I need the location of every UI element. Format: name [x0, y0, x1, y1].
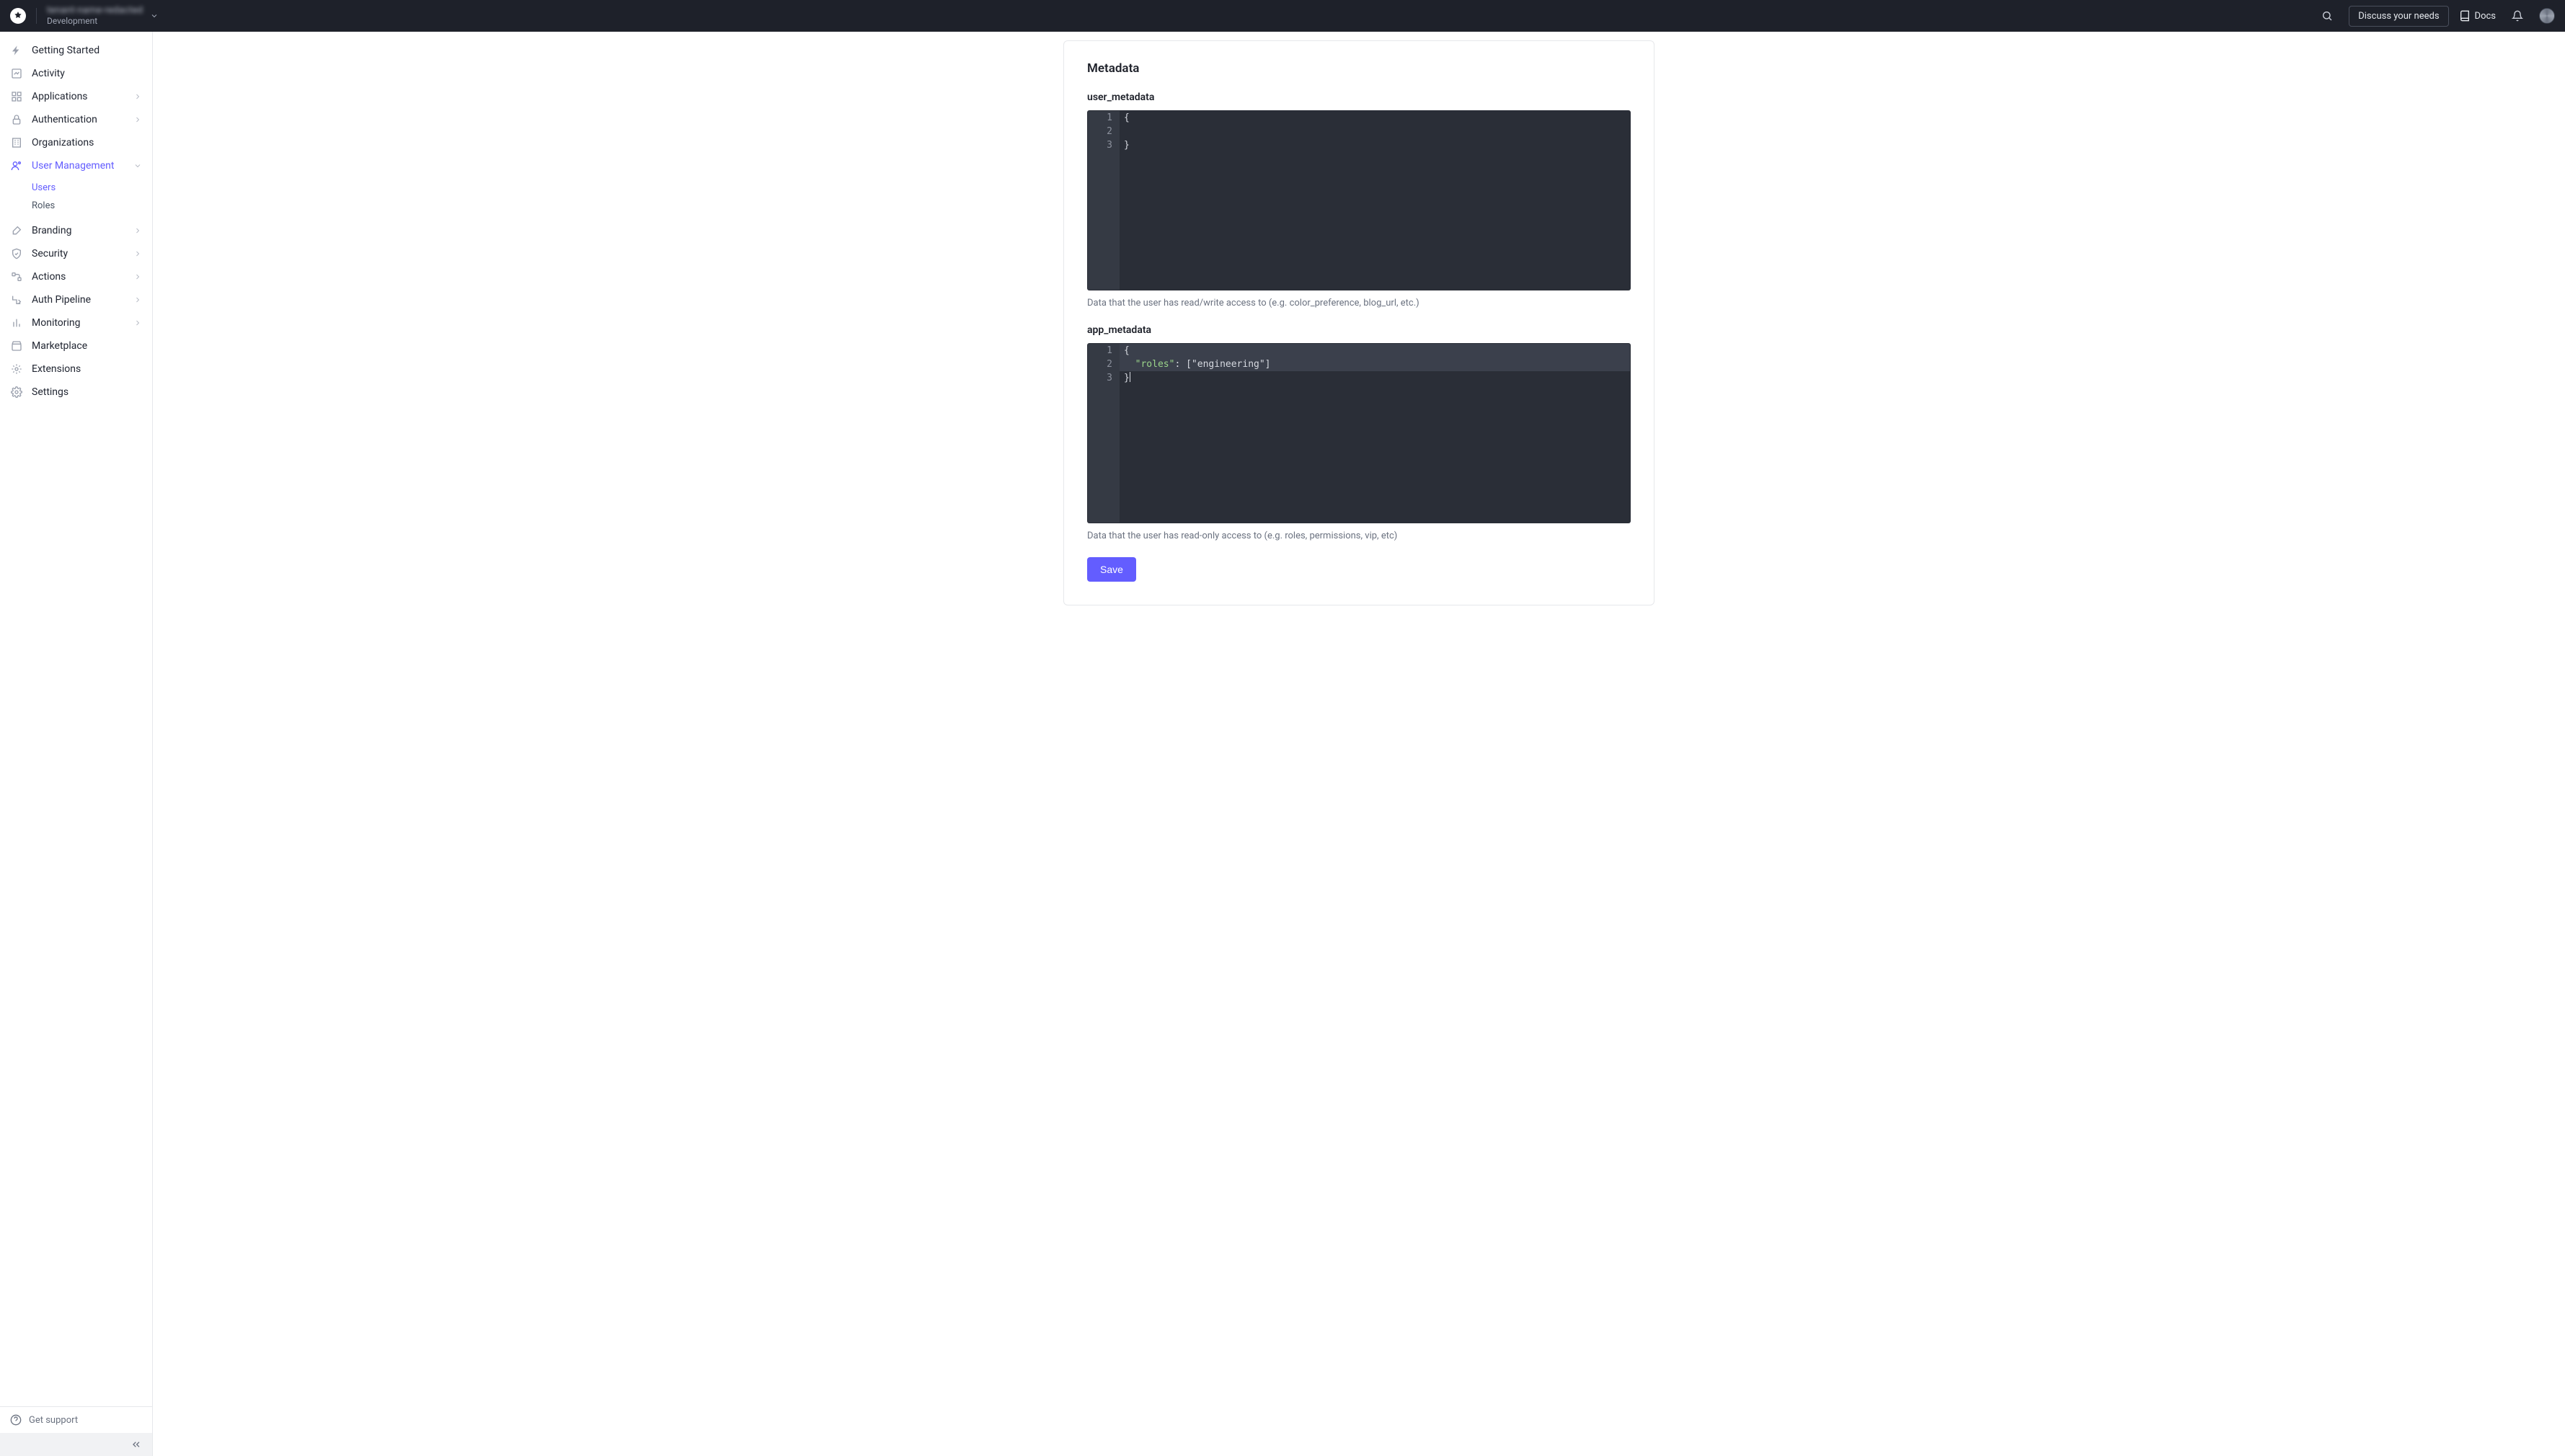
- code-line: }: [1120, 138, 1130, 152]
- tenant-env: Development: [47, 17, 143, 27]
- sidebar-item-marketplace[interactable]: Marketplace: [0, 334, 152, 358]
- tenant-name: tenant-name-redacted: [47, 6, 143, 17]
- app-metadata-editor[interactable]: 1 { 2 "roles": ["engineering"] 3 }: [1087, 343, 1631, 523]
- line-number: 3: [1088, 138, 1120, 152]
- get-support-link[interactable]: Get support: [0, 1407, 152, 1433]
- sidebar-item-label: Authentication: [32, 114, 125, 125]
- app-metadata-helper: Data that the user has read-only access …: [1087, 531, 1631, 541]
- docs-label: Docs: [2475, 11, 2496, 22]
- flow-icon: [10, 270, 23, 283]
- code-line: [1120, 125, 1124, 138]
- pipeline-icon: [10, 293, 23, 306]
- code-token: ["engineering"]: [1186, 359, 1270, 370]
- sidebar-item-label: Actions: [32, 271, 125, 283]
- sidebar-item-organizations[interactable]: Organizations: [0, 131, 152, 154]
- line-number: 2: [1088, 358, 1120, 371]
- topbar: tenant-name-redacted Development Discuss…: [0, 0, 2565, 32]
- sidebar-item-monitoring[interactable]: Monitoring: [0, 311, 152, 334]
- sidebar-item-label: Applications: [32, 91, 125, 102]
- sidebar-item-applications[interactable]: Applications: [0, 85, 152, 108]
- chevron-right-icon: [133, 296, 142, 304]
- code-token: }: [1124, 373, 1130, 383]
- tenant-switcher[interactable]: tenant-name-redacted Development: [47, 6, 159, 27]
- chevron-right-icon: [133, 272, 142, 281]
- docs-link[interactable]: Docs: [2459, 10, 2496, 22]
- chevron-right-icon: [133, 249, 142, 258]
- sidebar-item-label: Getting Started: [32, 45, 142, 56]
- sidebar-item-label: Activity: [32, 68, 142, 79]
- user-avatar[interactable]: [2539, 8, 2555, 24]
- sidebar-item-getting-started[interactable]: Getting Started: [0, 39, 152, 62]
- save-button[interactable]: Save: [1087, 557, 1136, 582]
- brush-icon: [10, 224, 23, 237]
- bolt-icon: [10, 44, 23, 57]
- code-line: {: [1120, 111, 1130, 125]
- sidebar-subitem-users[interactable]: Users: [0, 179, 152, 197]
- search-button[interactable]: [2316, 4, 2339, 27]
- sidebar-item-label: User Management: [32, 160, 125, 172]
- code-token: {: [1124, 345, 1130, 356]
- user-metadata-label: user_metadata: [1087, 92, 1631, 103]
- book-icon: [2459, 10, 2471, 22]
- user-metadata-editor[interactable]: 1{23}: [1087, 110, 1631, 290]
- sidebar-item-label: Branding: [32, 225, 125, 236]
- user-icon: [10, 159, 23, 172]
- sidebar-item-auth-pipeline[interactable]: Auth Pipeline: [0, 288, 152, 311]
- sidebar-item-user-management[interactable]: User Management: [0, 154, 152, 177]
- chart-icon: [10, 67, 23, 80]
- line-number: 1: [1088, 344, 1120, 358]
- user-metadata-helper: Data that the user has read/write access…: [1087, 298, 1631, 308]
- lock-icon: [10, 113, 23, 126]
- bars-icon: [10, 316, 23, 329]
- chevron-down-icon: [133, 161, 142, 170]
- app-metadata-label: app_metadata: [1087, 324, 1631, 336]
- chevron-right-icon: [133, 115, 142, 124]
- code-token: "roles": [1135, 359, 1175, 370]
- puzzle-icon: [10, 363, 23, 376]
- shield-icon: [10, 247, 23, 260]
- section-title: Metadata: [1087, 61, 1631, 76]
- separator: [36, 8, 37, 24]
- metadata-card: Metadata user_metadata 1{23} Data that t…: [1063, 40, 1654, 605]
- sidebar-item-activity[interactable]: Activity: [0, 62, 152, 85]
- code-token: :: [1174, 359, 1186, 370]
- grid-icon: [10, 90, 23, 103]
- get-support-label: Get support: [29, 1415, 78, 1426]
- gear-icon: [10, 386, 23, 399]
- help-icon: [10, 1414, 22, 1426]
- line-number: 2: [1088, 125, 1120, 138]
- sidebar-subitem-roles[interactable]: Roles: [0, 197, 152, 215]
- line-number: 3: [1088, 371, 1120, 385]
- notifications-button[interactable]: [2506, 4, 2529, 27]
- chevron-right-icon: [133, 226, 142, 235]
- main-content: Metadata user_metadata 1{23} Data that t…: [153, 32, 2565, 1456]
- brand-logo[interactable]: [10, 8, 26, 24]
- sidebar-item-label: Organizations: [32, 137, 142, 148]
- sidebar-item-branding[interactable]: Branding: [0, 219, 152, 242]
- market-icon: [10, 339, 23, 352]
- sidebar-item-actions[interactable]: Actions: [0, 265, 152, 288]
- chevron-right-icon: [133, 319, 142, 327]
- sidebar-item-label: Settings: [32, 386, 142, 398]
- sidebar: Getting Started Activity Applications Authe…: [0, 32, 153, 1456]
- line-number: 1: [1088, 111, 1120, 125]
- sidebar-item-label: Marketplace: [32, 340, 142, 352]
- sidebar-item-label: Extensions: [32, 363, 142, 375]
- sidebar-item-authentication[interactable]: Authentication: [0, 108, 152, 131]
- sidebar-item-label: Auth Pipeline: [32, 294, 125, 306]
- sidebar-item-extensions[interactable]: Extensions: [0, 358, 152, 381]
- sidebar-item-label: Security: [32, 248, 125, 259]
- discuss-needs-button[interactable]: Discuss your needs: [2349, 6, 2448, 27]
- chevron-right-icon: [133, 92, 142, 101]
- building-icon: [10, 136, 23, 149]
- sidebar-item-label: Monitoring: [32, 317, 125, 329]
- chevron-down-icon: [150, 12, 159, 20]
- sidebar-item-settings[interactable]: Settings: [0, 381, 152, 404]
- sidebar-nav: Getting Started Activity Applications Authe…: [0, 32, 152, 1406]
- sidebar-item-security[interactable]: Security: [0, 242, 152, 265]
- collapse-sidebar-button[interactable]: [0, 1433, 152, 1456]
